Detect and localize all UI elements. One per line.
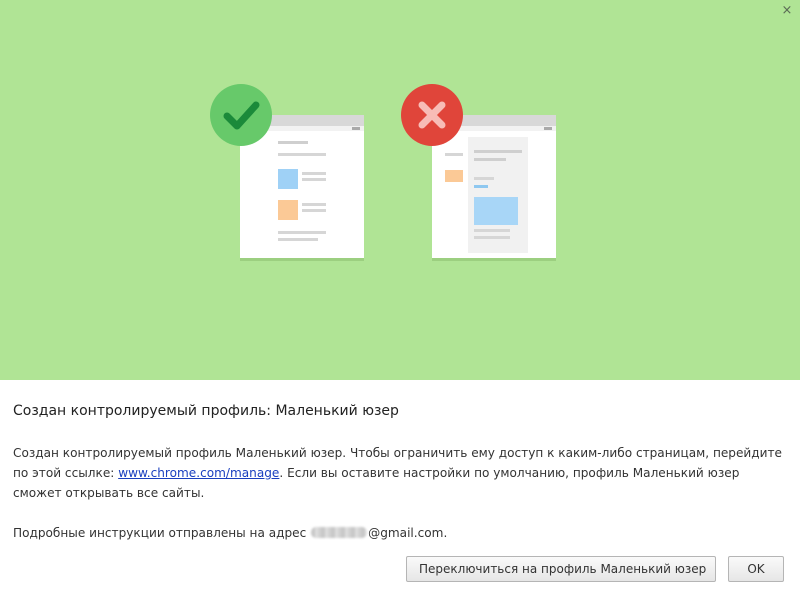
dialog-title: Создан контролируемый профиль: Маленький… [13,403,399,419]
illustration-banner: × [0,0,800,380]
email-line: Подробные инструкции отправлены на адрес… [13,523,788,543]
ok-button[interactable]: OK [728,556,784,582]
email-suffix: @gmail.com. [368,526,448,540]
switch-profile-button[interactable]: Переключиться на профиль Маленький юзер [406,556,716,582]
dialog-message: Создан контролируемый профиль Маленький … [13,443,788,503]
checkmark-badge [210,84,272,146]
cross-icon [418,101,446,129]
supervised-profile-dialog: × Создан контролируемый профиль: Маленьк… [0,0,800,600]
email-prefix: Подробные инструкции отправлены на адрес [13,526,311,540]
close-icon[interactable]: × [778,2,796,20]
dialog-content: Создан контролируемый профиль: Маленький… [13,401,788,543]
cross-badge [401,84,463,146]
checkmark-icon [223,101,260,130]
manage-link[interactable]: www.chrome.com/manage [118,466,279,480]
blurred-email-username [311,527,368,538]
